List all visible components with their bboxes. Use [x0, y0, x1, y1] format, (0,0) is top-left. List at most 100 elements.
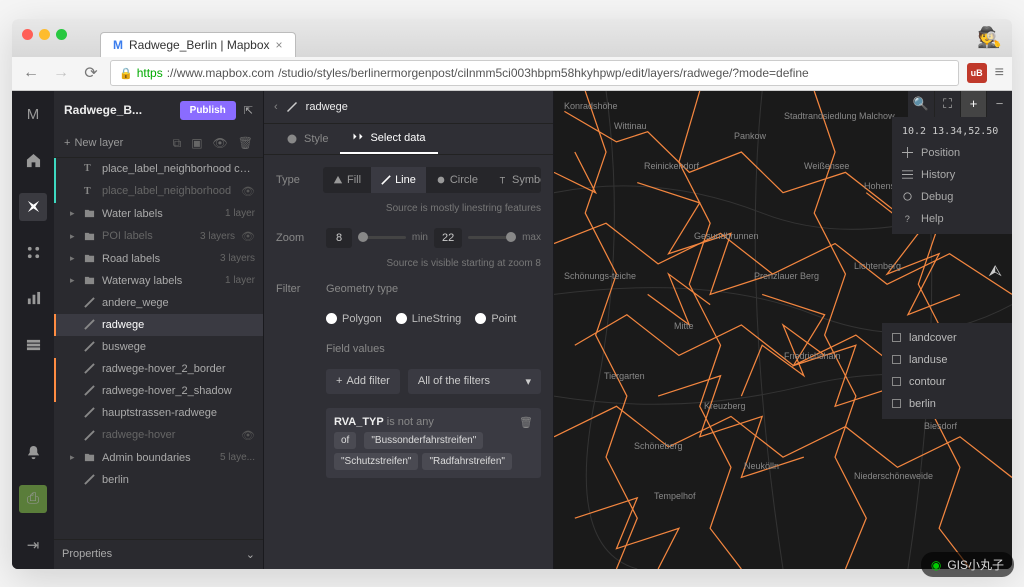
zoom-hint: Source is visible starting at zoom 8 — [276, 258, 541, 269]
layer-type-icon — [84, 363, 96, 374]
visibility-off-icon[interactable]: 👁 — [241, 429, 255, 442]
map-canvas[interactable]: Wittinau Reinickendorf Mitte Tiergarten … — [554, 91, 1012, 569]
layer-item[interactable]: buswege — [54, 336, 263, 358]
rail-stats-icon[interactable] — [19, 285, 47, 313]
delete-filter-icon[interactable]: 🗑 — [519, 416, 533, 429]
layer-type-icon — [84, 275, 96, 286]
map-history-button[interactable]: History — [892, 164, 1012, 186]
zoom-max-slider[interactable] — [468, 236, 516, 239]
type-fill-button[interactable]: Fill — [323, 167, 371, 193]
layer-item[interactable]: berlin — [54, 469, 263, 491]
zoom-in-button[interactable]: + — [960, 91, 986, 117]
browser-tab[interactable]: M Radwege_Berlin | Mapbox × — [100, 32, 296, 57]
zoom-min-value[interactable]: 8 — [326, 228, 352, 248]
browser-tab-strip: M Radwege_Berlin | Mapbox × 🕵 — [12, 19, 1012, 57]
layer-item[interactable]: Tplace_label_neighborhood👁 — [54, 180, 263, 203]
filter-operator[interactable]: is not any — [387, 416, 434, 428]
filter-value[interactable]: "Radfahrstreifen" — [422, 453, 511, 470]
filter-value[interactable]: "Schutzstreifen" — [334, 453, 418, 470]
field-values-label: Field values — [276, 343, 541, 355]
visibility-icon[interactable]: 👁 — [213, 136, 228, 150]
zoom-max-value[interactable]: 22 — [434, 228, 462, 248]
source-item[interactable]: contour — [882, 371, 1012, 393]
visibility-off-icon[interactable]: 👁 — [241, 185, 255, 198]
duplicate-icon[interactable]: ⧉ — [173, 136, 182, 151]
rail-tilesets-icon[interactable] — [19, 239, 47, 267]
filter-mode-select[interactable]: All of the filters▾ — [408, 369, 541, 394]
source-item[interactable]: landuse — [882, 349, 1012, 371]
layer-item[interactable]: ▸Water labels1 layer — [54, 203, 263, 225]
publish-button[interactable]: Publish — [180, 101, 236, 120]
layer-type-icon — [84, 341, 96, 352]
radio-point[interactable]: Point — [475, 313, 516, 325]
reload-button[interactable]: ⟳ — [80, 63, 102, 83]
window-close[interactable] — [22, 29, 33, 40]
zoom-label: Zoom — [276, 232, 316, 244]
rail-styles-icon[interactable] — [19, 193, 47, 221]
zoom-out-button[interactable]: − — [986, 91, 1012, 117]
rail-datasets-icon[interactable] — [19, 331, 47, 359]
radio-linestring[interactable]: LineString — [396, 313, 462, 325]
caret-icon: ▸ — [70, 208, 78, 219]
browser-menu-icon[interactable]: ≡ — [995, 64, 1004, 82]
tab-select-data[interactable]: Select data — [340, 124, 437, 154]
layer-item[interactable]: andere_wege — [54, 292, 263, 314]
group-icon[interactable]: ▣ — [191, 136, 202, 150]
type-circle-button[interactable]: Circle — [426, 167, 488, 193]
window-minimize[interactable] — [39, 29, 50, 40]
map-position-button[interactable]: Position — [892, 142, 1012, 164]
map-debug-button[interactable]: Debug — [892, 186, 1012, 208]
share-icon[interactable]: ⇱ — [244, 104, 253, 117]
fullscreen-icon[interactable]: ⛶ — [934, 91, 960, 117]
new-layer-button[interactable]: + New layer — [64, 137, 163, 149]
layer-item[interactable]: radwege — [54, 314, 263, 336]
zoom-min-slider[interactable] — [358, 236, 406, 239]
layer-item[interactable]: ▸Waterway labels1 layer — [54, 270, 263, 292]
layer-meta: 1 layer — [225, 275, 255, 286]
coordinates-readout: 10.2 13.34,52.50 — [892, 121, 1012, 142]
rail-notifications-icon[interactable] — [19, 439, 47, 467]
favicon: M — [113, 38, 123, 52]
layer-name: place_label_neighborhood copy — [102, 163, 255, 175]
layer-item[interactable]: ▸Road labels3 layers — [54, 248, 263, 270]
rail-account-icon[interactable]: ⎙ — [19, 485, 47, 513]
back-button[interactable]: ← — [20, 64, 42, 82]
line-icon — [286, 101, 298, 113]
layer-item[interactable]: ▸POI labels3 layers👁 — [54, 225, 263, 248]
rail-mapbox-logo[interactable]: M — [19, 101, 47, 129]
map-help-button[interactable]: ?Help — [892, 208, 1012, 230]
source-item[interactable]: landcover — [882, 327, 1012, 349]
rail-logout-icon[interactable]: ⇥ — [19, 531, 47, 559]
layer-item[interactable]: radwege-hover_2_border — [54, 358, 263, 380]
close-tab-icon[interactable]: × — [276, 38, 283, 52]
url-input[interactable]: 🔒 https://www.mapbox.com/studio/styles/b… — [110, 60, 959, 86]
tab-style[interactable]: Style — [274, 124, 340, 154]
url-path: /studio/styles/berlinermorgenpost/cilnmm… — [278, 66, 809, 80]
delete-icon[interactable]: 🗑 — [238, 136, 253, 150]
source-item[interactable]: berlin — [882, 393, 1012, 415]
filter-field[interactable]: RVA_TYP — [334, 416, 384, 428]
back-caret-icon[interactable]: ‹ — [274, 101, 278, 113]
layer-item[interactable]: ▸Admin boundaries5 laye... — [54, 447, 263, 469]
layer-item[interactable]: hauptstrassen-radwege — [54, 402, 263, 424]
type-symbol-button[interactable]: TSymbol — [488, 167, 541, 193]
visibility-off-icon[interactable]: 👁 — [241, 230, 255, 243]
source-inspector: landcover landuse contour berlin — [882, 323, 1012, 419]
radio-polygon[interactable]: Polygon — [326, 313, 382, 325]
properties-toggle[interactable]: Properties ⌄ — [54, 539, 263, 569]
map-info-panel: 10.2 13.34,52.50 Position History Debug … — [892, 117, 1012, 234]
caret-icon: ▸ — [70, 253, 78, 264]
forward-button[interactable]: → — [50, 64, 72, 82]
compass-icon[interactable]: ⮙ — [988, 263, 1002, 281]
add-filter-button[interactable]: + Add filter — [326, 369, 400, 394]
ublock-extension-icon[interactable]: uB — [967, 63, 987, 83]
search-icon[interactable]: 🔍 — [908, 91, 934, 117]
type-line-button[interactable]: Line — [371, 167, 426, 193]
layer-item[interactable]: radwege-hover👁 — [54, 424, 263, 447]
layer-item[interactable]: radwege-hover_2_shadow — [54, 380, 263, 402]
caret-icon: ▸ — [70, 231, 78, 242]
layer-item[interactable]: Tplace_label_neighborhood copy — [54, 158, 263, 180]
filter-value[interactable]: "Bussonderfahrstreifen" — [364, 432, 483, 449]
window-maximize[interactable] — [56, 29, 67, 40]
rail-home-icon[interactable] — [19, 147, 47, 175]
